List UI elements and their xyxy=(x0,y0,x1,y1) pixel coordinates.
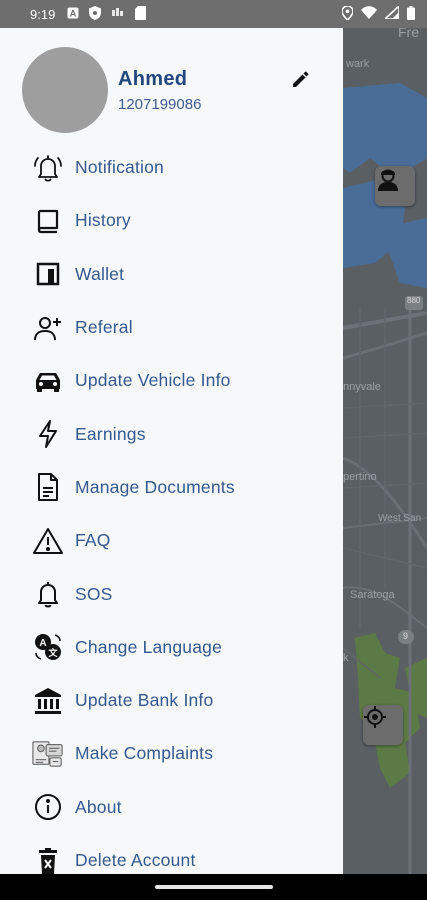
menu-item-label: Manage Documents xyxy=(75,476,235,497)
menu-item-label: Make Complaints xyxy=(75,743,214,764)
map-label: Saratoga xyxy=(350,589,395,601)
navigation-drawer: Ahmed 1207199086 Notification History Wa… xyxy=(0,28,343,874)
info-icon xyxy=(32,791,64,823)
person-add-icon xyxy=(32,312,64,344)
map-label: West San xyxy=(378,513,422,524)
route-shield-label: 9 xyxy=(403,631,409,641)
pencil-icon xyxy=(293,71,309,87)
menu-item-label: Change Language xyxy=(75,636,223,657)
driver-profile-map-button[interactable] xyxy=(375,166,415,206)
menu-item-update-bank-info[interactable]: Update Bank Info xyxy=(0,674,343,727)
book-icon xyxy=(32,205,64,237)
menu-item-label: Delete Account xyxy=(75,850,196,870)
menu-item-label: Referal xyxy=(75,317,133,338)
shield-icon xyxy=(89,5,102,23)
map-label: k xyxy=(343,652,349,664)
menu-item-faq[interactable]: FAQ xyxy=(0,514,343,567)
battery-icon xyxy=(407,5,415,23)
avatar[interactable] xyxy=(22,47,108,133)
status-time: 9:19 xyxy=(30,6,56,22)
crosshair-icon xyxy=(364,706,386,728)
svg-text:文: 文 xyxy=(47,647,58,658)
sim-icon xyxy=(111,7,125,22)
menu-item-label: FAQ xyxy=(75,530,111,551)
edit-profile-button[interactable] xyxy=(289,69,311,91)
menu-item-label: Earnings xyxy=(75,423,146,444)
menu-item-label: Wallet xyxy=(75,263,125,284)
status-bar: 9:19 A xyxy=(0,0,427,28)
svg-text:A: A xyxy=(70,8,77,18)
menu-item-label: Update Vehicle Info xyxy=(75,370,231,391)
menu-item-label: Update Bank Info xyxy=(75,690,214,711)
menu-item-make-complaints[interactable]: Make Complaints xyxy=(0,727,343,780)
menu-item-earnings[interactable]: Earnings xyxy=(0,407,343,460)
menu-item-label: History xyxy=(75,210,131,231)
menu-item-change-language[interactable]: A 文 Change Language xyxy=(0,621,343,674)
document-icon xyxy=(32,471,64,503)
car-icon xyxy=(32,365,64,397)
menu-item-history[interactable]: History xyxy=(0,194,343,247)
user-phone: 1207199086 xyxy=(118,96,202,113)
delete-icon xyxy=(32,845,64,875)
map-label: Fre xyxy=(398,28,419,40)
bank-icon xyxy=(32,685,64,717)
user-name: Ahmed xyxy=(118,68,188,90)
menu-item-wallet[interactable]: Wallet xyxy=(0,248,343,301)
menu-item-referal[interactable]: Referal xyxy=(0,301,343,354)
system-navigation-bar xyxy=(0,874,427,900)
menu-item-label: SOS xyxy=(75,583,113,604)
menu-item-delete-account[interactable]: Delete Account xyxy=(0,834,343,874)
menu-item-update-vehicle-info[interactable]: Update Vehicle Info xyxy=(0,354,343,407)
menu-item-notification[interactable]: Notification xyxy=(0,141,343,194)
menu-item-manage-documents[interactable]: Manage Documents xyxy=(0,461,343,514)
map-label: nnyvale xyxy=(343,381,381,393)
home-gesture-handle[interactable] xyxy=(155,885,273,889)
drawer-menu: Notification History Wallet Referal Upda… xyxy=(0,141,343,874)
profile-header: Ahmed 1207199086 xyxy=(0,28,343,136)
translate-icon: A 文 xyxy=(32,631,64,663)
warning-icon xyxy=(32,525,64,557)
menu-item-sos[interactable]: SOS xyxy=(0,567,343,620)
menu-item-about[interactable]: About xyxy=(0,781,343,834)
driver-avatar-icon xyxy=(378,169,398,191)
svg-text:A: A xyxy=(39,638,46,649)
notification-a-icon: A xyxy=(67,7,79,22)
map-label: wark xyxy=(346,58,370,70)
menu-item-label: About xyxy=(75,796,122,817)
lightning-icon xyxy=(32,418,64,450)
location-icon xyxy=(341,4,354,23)
sd-card-icon xyxy=(135,5,147,23)
wifi-icon xyxy=(361,6,377,22)
route-shield-label: 880 xyxy=(407,296,421,305)
wallet-icon xyxy=(32,258,64,290)
bell-ring-icon xyxy=(32,152,64,184)
my-location-button[interactable] xyxy=(363,705,403,745)
map-label: pertino xyxy=(343,471,377,483)
complaint-icon xyxy=(32,738,64,770)
signal-icon xyxy=(382,4,400,22)
menu-item-label: Notification xyxy=(75,157,164,178)
bell-icon xyxy=(32,578,64,610)
